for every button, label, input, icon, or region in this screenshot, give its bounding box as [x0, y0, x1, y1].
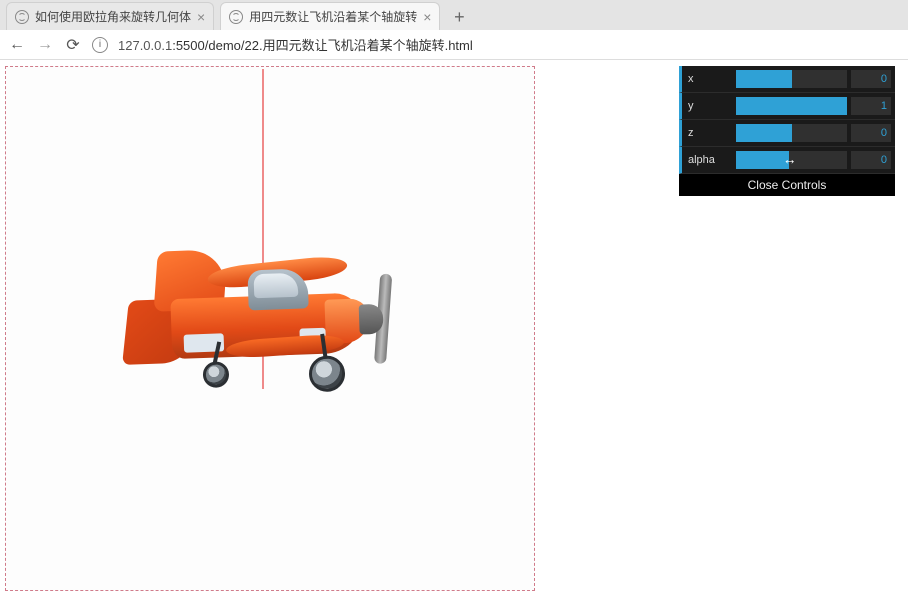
close-icon[interactable]: ×	[423, 10, 431, 24]
url-host: 127.0.0.1	[118, 38, 172, 53]
landing-gear-wheel	[203, 361, 230, 388]
gui-control	[736, 70, 895, 88]
gui-number-input[interactable]	[851, 151, 891, 169]
gui-control: ↔	[736, 151, 895, 169]
gui-row-x: x	[679, 66, 895, 93]
gui-close-button[interactable]: Close Controls	[679, 174, 895, 196]
gui-label: z	[682, 127, 736, 139]
landing-gear-wheel	[308, 355, 345, 392]
gui-number-input[interactable]	[851, 124, 891, 142]
gui-slider-fill	[736, 70, 792, 88]
browser-chrome: 如何使用欧拉角来旋转几何体 × 用四元数让飞机沿着某个轴旋转 × + ← → ⟳…	[0, 0, 908, 60]
gui-number-input[interactable]	[851, 97, 891, 115]
reload-button[interactable]: ⟳	[64, 35, 82, 55]
gui-slider[interactable]	[736, 124, 847, 142]
globe-icon	[15, 10, 29, 24]
new-tab-button[interactable]: +	[446, 4, 472, 30]
gui-label: x	[682, 73, 736, 85]
threejs-canvas[interactable]	[5, 66, 535, 591]
gui-row-z: z	[679, 120, 895, 147]
url-display[interactable]: 127.0.0.1:5500/demo/22.用四元数让飞机沿着某个轴旋转.ht…	[118, 35, 473, 54]
back-button[interactable]: ←	[8, 36, 26, 54]
close-icon[interactable]: ×	[197, 10, 205, 24]
page-content: x y z alpha ↔	[0, 60, 908, 606]
forward-button[interactable]: →	[36, 36, 54, 54]
gui-row-y: y	[679, 93, 895, 120]
gui-control	[736, 97, 895, 115]
url-path: /demo/22.用四元数让飞机沿着某个轴旋转.html	[205, 38, 473, 53]
gui-slider-fill	[736, 97, 847, 115]
globe-icon	[229, 10, 243, 24]
tab-strip: 如何使用欧拉角来旋转几何体 × 用四元数让飞机沿着某个轴旋转 × +	[0, 0, 908, 30]
gui-slider-fill	[736, 151, 789, 169]
address-bar: ← → ⟳ i 127.0.0.1:5500/demo/22.用四元数让飞机沿着…	[0, 30, 908, 60]
gui-label: alpha	[682, 154, 736, 166]
gui-label: y	[682, 100, 736, 112]
tab-title: 如何使用欧拉角来旋转几何体	[35, 8, 191, 25]
gui-number-input[interactable]	[851, 70, 891, 88]
gui-slider-fill	[736, 124, 792, 142]
dat-gui-panel: x y z alpha ↔	[679, 66, 895, 196]
gui-control	[736, 124, 895, 142]
url-port: :5500	[172, 38, 205, 53]
tab-euler[interactable]: 如何使用欧拉角来旋转几何体 ×	[6, 2, 214, 30]
site-info-icon[interactable]: i	[92, 37, 108, 53]
tab-quaternion[interactable]: 用四元数让飞机沿着某个轴旋转 ×	[220, 2, 440, 30]
gui-row-alpha: alpha ↔	[679, 147, 895, 174]
gui-slider[interactable]: ↔	[736, 151, 847, 169]
airplane-model	[118, 217, 404, 417]
gui-slider[interactable]	[736, 97, 847, 115]
gui-slider[interactable]	[736, 70, 847, 88]
tab-title: 用四元数让飞机沿着某个轴旋转	[249, 8, 417, 25]
